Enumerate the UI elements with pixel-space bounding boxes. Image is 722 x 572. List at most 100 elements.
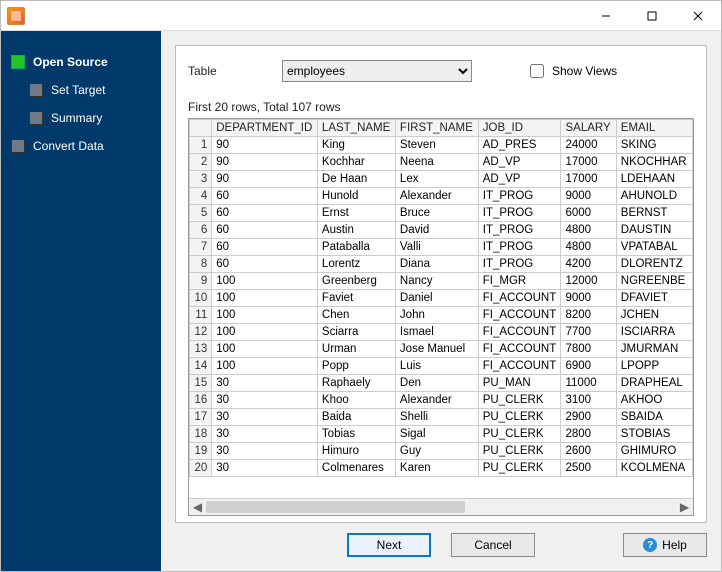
col-header[interactable]: EMAIL [616, 120, 692, 137]
cell[interactable]: Sciarra [317, 324, 395, 341]
cell[interactable]: 100 [212, 290, 318, 307]
cell[interactable]: John [395, 307, 478, 324]
cell[interactable]: Sigal [395, 426, 478, 443]
cell[interactable]: ISCIARRA [616, 324, 692, 341]
cell[interactable]: Daniel [395, 290, 478, 307]
table-row[interactable]: 1730BaidaShelliPU_CLERK2900SBAIDA [190, 409, 693, 426]
cell[interactable]: 60 [212, 205, 318, 222]
cell[interactable]: 9000 [561, 290, 616, 307]
sidebar-item-set-target[interactable]: Set Target [29, 83, 155, 97]
table-select[interactable]: employees [282, 60, 472, 82]
cell[interactable]: BERNST [616, 205, 692, 222]
table-row[interactable]: 1830TobiasSigalPU_CLERK2800STOBIAS [190, 426, 693, 443]
cell[interactable]: LDEHAAN [616, 171, 692, 188]
scroll-left-icon[interactable]: ◀ [189, 499, 206, 515]
cell[interactable]: 17000 [561, 154, 616, 171]
cell[interactable]: SKING [616, 137, 692, 154]
table-row[interactable]: 1930HimuroGuyPU_CLERK2600GHIMURO [190, 443, 693, 460]
cell[interactable]: LPOPP [616, 358, 692, 375]
cell[interactable]: PU_CLERK [478, 392, 561, 409]
cell[interactable]: Bruce [395, 205, 478, 222]
cell[interactable]: Lorentz [317, 256, 395, 273]
table-row[interactable]: 14100PoppLuisFI_ACCOUNT6900LPOPP [190, 358, 693, 375]
cell[interactable]: 60 [212, 256, 318, 273]
cell[interactable]: PU_CLERK [478, 409, 561, 426]
cell[interactable]: DAUSTIN [616, 222, 692, 239]
cell[interactable]: PU_MAN [478, 375, 561, 392]
cell[interactable]: 9000 [561, 188, 616, 205]
cell[interactable]: 2800 [561, 426, 616, 443]
cell[interactable]: AD_VP [478, 154, 561, 171]
cell[interactable]: IT_PROG [478, 188, 561, 205]
cell[interactable]: Ismael [395, 324, 478, 341]
cell[interactable]: Hunold [317, 188, 395, 205]
cell[interactable]: Colmenares [317, 460, 395, 477]
cell[interactable]: Kochhar [317, 154, 395, 171]
cell[interactable]: 2900 [561, 409, 616, 426]
cell[interactable]: JMURMAN [616, 341, 692, 358]
cell[interactable]: Alexander [395, 188, 478, 205]
show-views-input[interactable] [530, 64, 544, 78]
cell[interactable]: DFAVIET [616, 290, 692, 307]
cell[interactable]: 60 [212, 222, 318, 239]
cell[interactable]: DLORENTZ [616, 256, 692, 273]
cell[interactable]: Jose Manuel [395, 341, 478, 358]
cell[interactable]: Pataballa [317, 239, 395, 256]
show-views-checkbox[interactable]: Show Views [526, 61, 617, 81]
cell[interactable]: 30 [212, 443, 318, 460]
cell[interactable]: Luis [395, 358, 478, 375]
cell[interactable]: STOBIAS [616, 426, 692, 443]
cell[interactable]: NGREENBE [616, 273, 692, 290]
cell[interactable]: 4800 [561, 239, 616, 256]
cancel-button[interactable]: Cancel [451, 533, 535, 557]
cell[interactable]: IT_PROG [478, 205, 561, 222]
cell[interactable]: Shelli [395, 409, 478, 426]
cell[interactable]: 30 [212, 392, 318, 409]
cell[interactable]: Ernst [317, 205, 395, 222]
cell[interactable]: JCHEN [616, 307, 692, 324]
cell[interactable]: 100 [212, 273, 318, 290]
cell[interactable]: 100 [212, 341, 318, 358]
cell[interactable]: 30 [212, 460, 318, 477]
cell[interactable]: FI_ACCOUNT [478, 307, 561, 324]
cell[interactable]: 100 [212, 324, 318, 341]
cell[interactable]: FI_MGR [478, 273, 561, 290]
table-row[interactable]: 860LorentzDianaIT_PROG4200DLORENTZ [190, 256, 693, 273]
col-header[interactable]: JOB_ID [478, 120, 561, 137]
col-header[interactable]: SALARY [561, 120, 616, 137]
cell[interactable]: IT_PROG [478, 256, 561, 273]
cell[interactable]: Tobias [317, 426, 395, 443]
table-row[interactable]: 1530RaphaelyDenPU_MAN11000DRAPHEAL [190, 375, 693, 392]
cell[interactable]: SBAIDA [616, 409, 692, 426]
col-header[interactable]: FIRST_NAME [395, 120, 478, 137]
cell[interactable]: De Haan [317, 171, 395, 188]
cell[interactable]: 6000 [561, 205, 616, 222]
cell[interactable]: Austin [317, 222, 395, 239]
cell[interactable]: 60 [212, 239, 318, 256]
cell[interactable]: 4200 [561, 256, 616, 273]
cell[interactable]: King [317, 137, 395, 154]
table-row[interactable]: 460HunoldAlexanderIT_PROG9000AHUNOLD [190, 188, 693, 205]
cell[interactable]: FI_ACCOUNT [478, 324, 561, 341]
col-header[interactable]: LAST_NAME [317, 120, 395, 137]
sidebar-item-convert-data[interactable]: Convert Data [11, 139, 155, 153]
table-row[interactable]: 660AustinDavidIT_PROG4800DAUSTIN [190, 222, 693, 239]
next-button[interactable]: Next [347, 533, 431, 557]
cell[interactable]: Guy [395, 443, 478, 460]
cell[interactable]: Nancy [395, 273, 478, 290]
table-row[interactable]: 11100ChenJohnFI_ACCOUNT8200JCHEN [190, 307, 693, 324]
minimize-button[interactable] [583, 1, 629, 30]
cell[interactable]: 6900 [561, 358, 616, 375]
table-row[interactable]: 560ErnstBruceIT_PROG6000BERNST [190, 205, 693, 222]
cell[interactable]: 90 [212, 154, 318, 171]
cell[interactable]: Valli [395, 239, 478, 256]
cell[interactable]: 90 [212, 171, 318, 188]
cell[interactable]: Himuro [317, 443, 395, 460]
table-row[interactable]: 2030ColmenaresKarenPU_CLERK2500KCOLMENA [190, 460, 693, 477]
cell[interactable]: AD_VP [478, 171, 561, 188]
cell[interactable]: Alexander [395, 392, 478, 409]
cell[interactable]: FI_ACCOUNT [478, 341, 561, 358]
cell[interactable]: 30 [212, 375, 318, 392]
table-row[interactable]: 9100GreenbergNancyFI_MGR12000NGREENBE [190, 273, 693, 290]
cell[interactable]: 17000 [561, 171, 616, 188]
